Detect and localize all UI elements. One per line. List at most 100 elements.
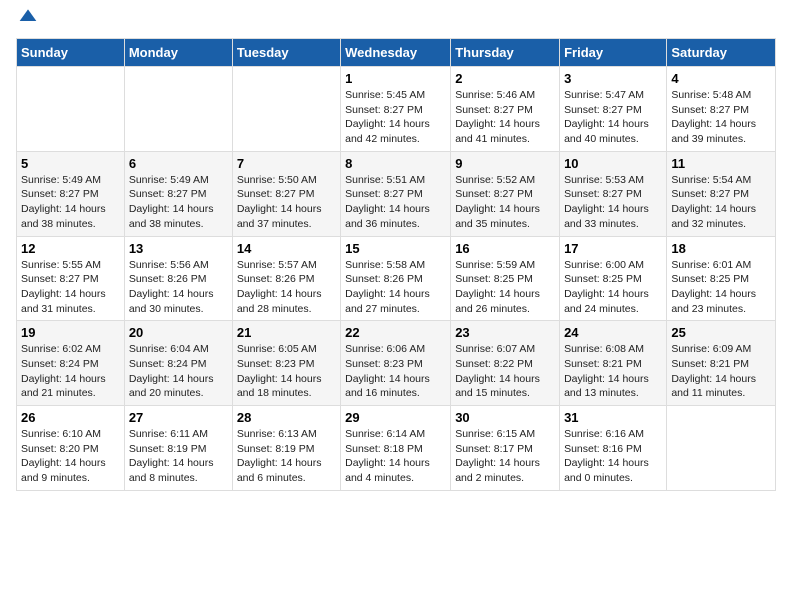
weekday-header-saturday: Saturday xyxy=(667,39,776,67)
week-row-5: 26Sunrise: 6:10 AMSunset: 8:20 PMDayligh… xyxy=(17,406,776,491)
day-cell: 7 Sunrise: 5:50 AMSunset: 8:27 PMDaylight… xyxy=(232,151,340,236)
day-cell: 6 Sunrise: 5:49 AMSunset: 8:27 PMDaylight… xyxy=(124,151,232,236)
day-cell: 12 Sunrise: 5:55 AMSunset: 8:27 PMDayligh… xyxy=(17,236,125,321)
day-info: Sunrise: 6:09 AMSunset: 8:21 PMDaylight:… xyxy=(671,342,771,401)
day-info: Sunrise: 5:58 AMSunset: 8:26 PMDaylight:… xyxy=(345,258,446,317)
day-cell: 22 Sunrise: 6:06 AMSunset: 8:23 PMDayligh… xyxy=(341,321,451,406)
day-cell: 4 Sunrise: 5:48 AMSunset: 8:27 PMDaylight… xyxy=(667,67,776,152)
day-info: Sunrise: 5:47 AMSunset: 8:27 PMDaylight:… xyxy=(564,88,662,147)
day-number: 9 xyxy=(455,156,555,171)
weekday-header-tuesday: Tuesday xyxy=(232,39,340,67)
calendar: SundayMondayTuesdayWednesdayThursdayFrid… xyxy=(16,38,776,491)
day-cell xyxy=(667,406,776,491)
day-number: 2 xyxy=(455,71,555,86)
day-number: 31 xyxy=(564,410,662,425)
weekday-header-row: SundayMondayTuesdayWednesdayThursdayFrid… xyxy=(17,39,776,67)
day-cell xyxy=(124,67,232,152)
day-cell: 29Sunrise: 6:14 AMSunset: 8:18 PMDayligh… xyxy=(341,406,451,491)
day-info: Sunrise: 5:59 AMSunset: 8:25 PMDaylight:… xyxy=(455,258,555,317)
weekday-header-monday: Monday xyxy=(124,39,232,67)
page-header xyxy=(16,16,776,26)
day-cell: 30 Sunrise: 6:15 AMSunset: 8:17 PMDayligh… xyxy=(451,406,560,491)
day-number: 5 xyxy=(21,156,120,171)
day-info: Sunrise: 5:53 AMSunset: 8:27 PMDaylight:… xyxy=(564,173,662,232)
weekday-header-thursday: Thursday xyxy=(451,39,560,67)
day-info: Sunrise: 5:45 AMSunset: 8:27 PMDaylight:… xyxy=(345,88,446,147)
day-cell: 16Sunrise: 5:59 AMSunset: 8:25 PMDayligh… xyxy=(451,236,560,321)
day-info: Sunrise: 6:04 AMSunset: 8:24 PMDaylight:… xyxy=(129,342,228,401)
day-number: 17 xyxy=(564,241,662,256)
day-number: 15 xyxy=(345,241,446,256)
day-number: 20 xyxy=(129,325,228,340)
logo-text xyxy=(16,16,38,26)
logo xyxy=(16,16,38,26)
day-cell: 20 Sunrise: 6:04 AMSunset: 8:24 PMDayligh… xyxy=(124,321,232,406)
day-number: 10 xyxy=(564,156,662,171)
day-info: Sunrise: 6:05 AMSunset: 8:23 PMDaylight:… xyxy=(237,342,336,401)
day-cell: 11Sunrise: 5:54 AMSunset: 8:27 PMDayligh… xyxy=(667,151,776,236)
day-info: Sunrise: 5:51 AMSunset: 8:27 PMDaylight:… xyxy=(345,173,446,232)
day-info: Sunrise: 6:01 AMSunset: 8:25 PMDaylight:… xyxy=(671,258,771,317)
day-cell: 9Sunrise: 5:52 AMSunset: 8:27 PMDaylight… xyxy=(451,151,560,236)
day-info: Sunrise: 5:49 AMSunset: 8:27 PMDaylight:… xyxy=(129,173,228,232)
day-info: Sunrise: 5:56 AMSunset: 8:26 PMDaylight:… xyxy=(129,258,228,317)
day-number: 4 xyxy=(671,71,771,86)
day-cell: 2Sunrise: 5:46 AMSunset: 8:27 PMDaylight… xyxy=(451,67,560,152)
day-number: 19 xyxy=(21,325,120,340)
day-info: Sunrise: 6:15 AMSunset: 8:17 PMDaylight:… xyxy=(455,427,555,486)
day-number: 3 xyxy=(564,71,662,86)
day-number: 27 xyxy=(129,410,228,425)
day-number: 11 xyxy=(671,156,771,171)
day-cell: 26Sunrise: 6:10 AMSunset: 8:20 PMDayligh… xyxy=(17,406,125,491)
day-number: 7 xyxy=(237,156,336,171)
day-cell: 5 Sunrise: 5:49 AMSunset: 8:27 PMDaylight… xyxy=(17,151,125,236)
day-cell: 19 Sunrise: 6:02 AMSunset: 8:24 PMDayligh… xyxy=(17,321,125,406)
day-number: 14 xyxy=(237,241,336,256)
day-info: Sunrise: 5:55 AMSunset: 8:27 PMDaylight:… xyxy=(21,258,120,317)
day-info: Sunrise: 6:13 AMSunset: 8:19 PMDaylight:… xyxy=(237,427,336,486)
day-cell: 8 Sunrise: 5:51 AMSunset: 8:27 PMDaylight… xyxy=(341,151,451,236)
day-info: Sunrise: 5:50 AMSunset: 8:27 PMDaylight:… xyxy=(237,173,336,232)
day-number: 13 xyxy=(129,241,228,256)
day-number: 18 xyxy=(671,241,771,256)
weekday-header-friday: Friday xyxy=(560,39,667,67)
week-row-3: 12 Sunrise: 5:55 AMSunset: 8:27 PMDayligh… xyxy=(17,236,776,321)
day-cell: 27Sunrise: 6:11 AMSunset: 8:19 PMDayligh… xyxy=(124,406,232,491)
logo-icon xyxy=(18,6,38,26)
day-cell: 17 Sunrise: 6:00 AMSunset: 8:25 PMDayligh… xyxy=(560,236,667,321)
day-number: 30 xyxy=(455,410,555,425)
day-number: 25 xyxy=(671,325,771,340)
day-cell: 14 Sunrise: 5:57 AMSunset: 8:26 PMDayligh… xyxy=(232,236,340,321)
day-number: 28 xyxy=(237,410,336,425)
day-info: Sunrise: 6:16 AMSunset: 8:16 PMDaylight:… xyxy=(564,427,662,486)
day-number: 1 xyxy=(345,71,446,86)
day-number: 22 xyxy=(345,325,446,340)
week-row-2: 5 Sunrise: 5:49 AMSunset: 8:27 PMDaylight… xyxy=(17,151,776,236)
day-number: 21 xyxy=(237,325,336,340)
day-info: Sunrise: 5:57 AMSunset: 8:26 PMDaylight:… xyxy=(237,258,336,317)
day-info: Sunrise: 5:49 AMSunset: 8:27 PMDaylight:… xyxy=(21,173,120,232)
day-info: Sunrise: 6:00 AMSunset: 8:25 PMDaylight:… xyxy=(564,258,662,317)
day-info: Sunrise: 6:14 AMSunset: 8:18 PMDaylight:… xyxy=(345,427,446,486)
day-cell xyxy=(232,67,340,152)
day-info: Sunrise: 6:02 AMSunset: 8:24 PMDaylight:… xyxy=(21,342,120,401)
week-row-1: 1 Sunrise: 5:45 AMSunset: 8:27 PMDaylight… xyxy=(17,67,776,152)
day-info: Sunrise: 6:10 AMSunset: 8:20 PMDaylight:… xyxy=(21,427,120,486)
day-number: 23 xyxy=(455,325,555,340)
day-cell: 23 Sunrise: 6:07 AMSunset: 8:22 PMDayligh… xyxy=(451,321,560,406)
day-cell: 25 Sunrise: 6:09 AMSunset: 8:21 PMDayligh… xyxy=(667,321,776,406)
day-cell: 10 Sunrise: 5:53 AMSunset: 8:27 PMDayligh… xyxy=(560,151,667,236)
day-cell: 21 Sunrise: 6:05 AMSunset: 8:23 PMDayligh… xyxy=(232,321,340,406)
day-number: 6 xyxy=(129,156,228,171)
day-cell: 1 Sunrise: 5:45 AMSunset: 8:27 PMDaylight… xyxy=(341,67,451,152)
weekday-header-wednesday: Wednesday xyxy=(341,39,451,67)
day-number: 12 xyxy=(21,241,120,256)
day-cell: 3 Sunrise: 5:47 AMSunset: 8:27 PMDaylight… xyxy=(560,67,667,152)
day-cell: 13 Sunrise: 5:56 AMSunset: 8:26 PMDayligh… xyxy=(124,236,232,321)
day-number: 24 xyxy=(564,325,662,340)
day-info: Sunrise: 6:06 AMSunset: 8:23 PMDaylight:… xyxy=(345,342,446,401)
day-number: 8 xyxy=(345,156,446,171)
day-info: Sunrise: 5:48 AMSunset: 8:27 PMDaylight:… xyxy=(671,88,771,147)
day-cell: 31 Sunrise: 6:16 AMSunset: 8:16 PMDayligh… xyxy=(560,406,667,491)
day-info: Sunrise: 6:07 AMSunset: 8:22 PMDaylight:… xyxy=(455,342,555,401)
